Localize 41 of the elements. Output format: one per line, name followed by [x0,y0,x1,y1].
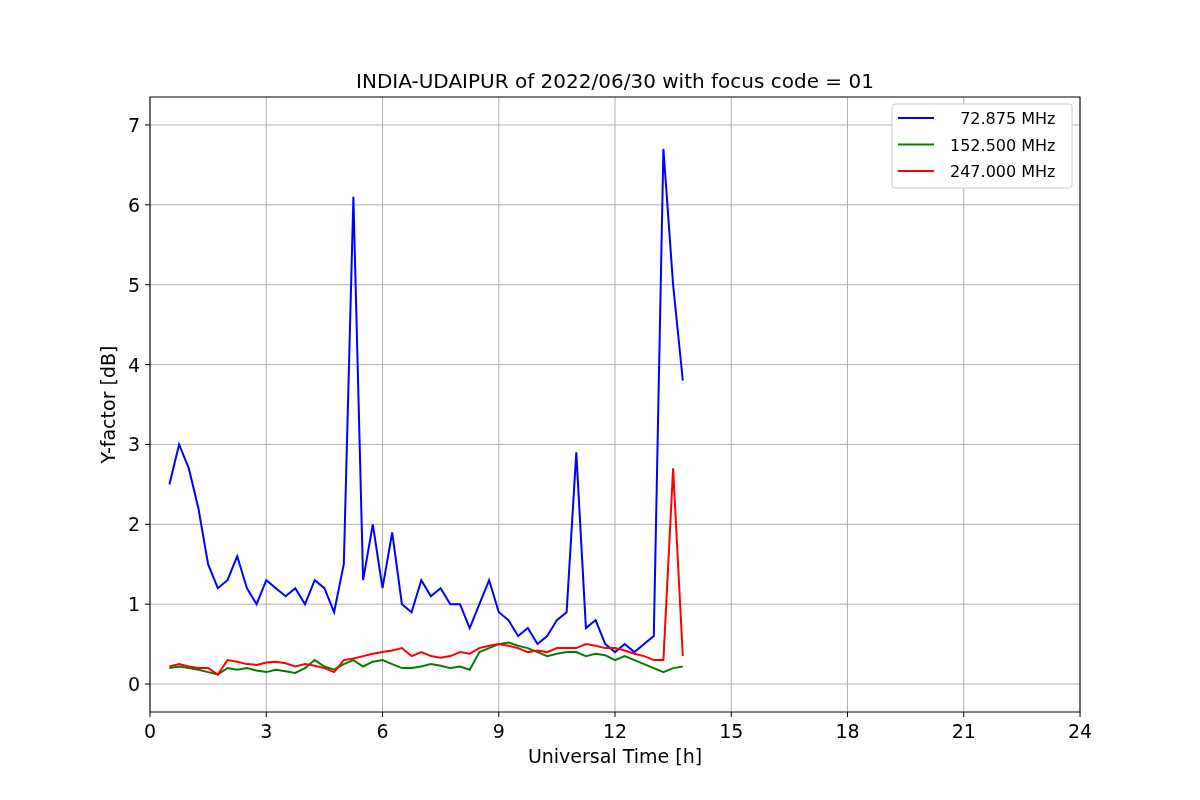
y-tick-label: 5 [127,273,140,296]
tick-mark [144,284,151,286]
y-tick-label: 6 [127,193,140,216]
y-tick-label: 4 [127,353,140,376]
x-tick-label: 6 [376,720,389,742]
x-axis-label: Universal Time [h] [527,745,703,767]
tick-mark [149,711,151,718]
x-tick-label: 21 [951,720,976,742]
y-tick-label: 3 [127,433,140,456]
tick-mark [265,711,267,718]
y-tick-label: 2 [127,513,140,536]
x-tick-label: 3 [260,720,273,742]
legend-label: 72.875 MHz [960,109,1056,128]
y-axis-label: Y-factor [dB] [97,345,119,464]
tick-mark [144,523,151,525]
x-tick-label: 0 [143,720,157,742]
legend-swatch [897,143,935,146]
tick-mark [144,364,151,366]
y-tick-label: 1 [127,593,140,616]
y-tick-label: 0 [127,673,140,696]
tick-mark [144,683,151,685]
legend-label: 247.000 MHz [950,162,1056,181]
tick-mark [144,124,151,126]
tick-mark [144,204,151,206]
legend-label: 152.500 MHz [950,135,1056,155]
x-tick-label: 24 [1067,720,1093,742]
tick-mark [847,711,848,718]
y-tick-label: 7 [127,113,140,136]
tick-mark [730,711,732,718]
x-tick-label: 15 [719,720,744,742]
x-tick-label: 9 [492,720,505,742]
chart-title: INDIA-UDAIPUR of 2022/06/30 with focus code = 01 [356,69,874,93]
tick-mark [144,443,151,445]
tick-mark [963,711,965,718]
tick-mark [1079,711,1081,718]
tick-mark [382,711,383,718]
x-tick-label: 12 [602,720,628,742]
tick-mark [614,711,616,718]
tick-mark [498,711,500,718]
tick-mark [144,603,151,605]
x-tick-label: 18 [835,720,860,742]
